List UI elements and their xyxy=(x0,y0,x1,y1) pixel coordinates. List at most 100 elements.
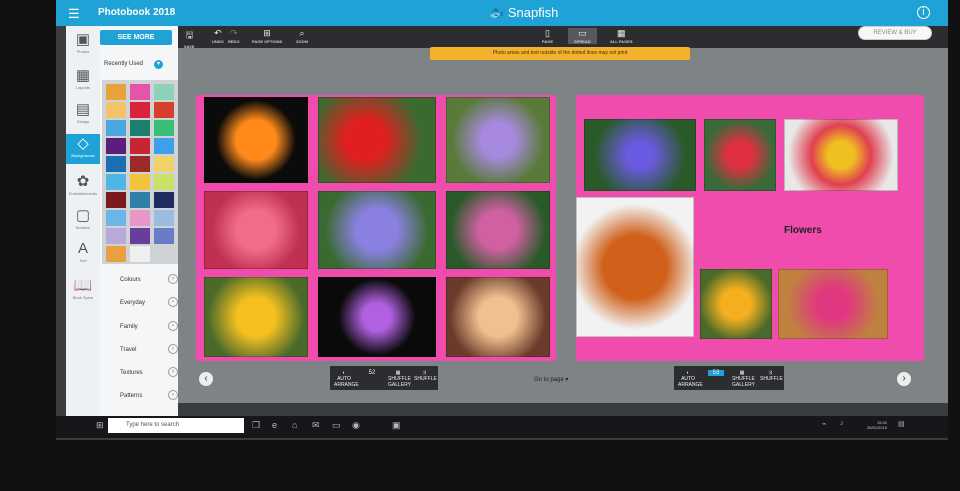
photo-yellow-flowers[interactable] xyxy=(700,269,772,339)
photo-bouquet[interactable] xyxy=(204,191,308,269)
shuffle-button[interactable]: ⤨ SHUFFLE xyxy=(760,370,783,382)
chevron-right-icon[interactable]: › xyxy=(168,367,178,377)
photo-sunflowers[interactable] xyxy=(204,277,308,357)
page-view-button[interactable]: ▯ PAGE xyxy=(542,28,553,44)
photo-pink-flowers[interactable] xyxy=(446,191,550,269)
color-swatch[interactable] xyxy=(130,138,150,154)
color-swatch[interactable] xyxy=(106,228,126,244)
category-textures[interactable]: Textures xyxy=(120,370,143,376)
color-swatch[interactable] xyxy=(106,174,126,190)
color-swatch[interactable] xyxy=(130,84,150,100)
nav-book-spine[interactable]: 📖 Book Spine xyxy=(66,276,100,306)
category-colours[interactable]: Colours xyxy=(120,277,141,283)
see-more-button[interactable]: SEE MORE xyxy=(100,30,172,45)
help-icon[interactable]: i xyxy=(917,6,930,19)
all-pages-button[interactable]: ▦ ALL PAGES xyxy=(610,28,633,44)
category-family[interactable]: Family xyxy=(120,324,138,330)
left-page[interactable] xyxy=(196,95,556,361)
mail-icon[interactable]: ✉ xyxy=(312,420,320,431)
spread-view-button[interactable]: ▭ SPREAD xyxy=(568,28,597,44)
chevron-right-icon[interactable]: › xyxy=(168,274,178,284)
shuffle-gallery-button[interactable]: ▦ SHUFFLE GALLERY xyxy=(388,370,411,388)
color-swatch[interactable] xyxy=(130,246,150,262)
color-swatch[interactable] xyxy=(130,210,150,226)
page-options-button[interactable]: ⊞ PAGE OPTIONS xyxy=(252,28,282,44)
page-title-text[interactable]: Flowers xyxy=(784,225,822,236)
nav-design[interactable]: ▤ Design xyxy=(66,100,100,130)
photo-ranunculus[interactable] xyxy=(576,197,694,337)
photo-gerbera[interactable] xyxy=(204,97,308,183)
taskbar-search[interactable]: Type here to search xyxy=(108,418,244,433)
chevron-down-icon[interactable]: ▾ xyxy=(154,60,163,69)
color-swatch[interactable] xyxy=(154,210,174,226)
chevron-right-icon[interactable]: › xyxy=(168,297,178,307)
chevron-right-icon[interactable]: › xyxy=(168,321,178,331)
save-button[interactable]: 🖫 SAVE xyxy=(184,28,195,49)
photo-roses[interactable] xyxy=(446,277,550,357)
taskbar-clock[interactable]: 15:02 26/01/2019 xyxy=(867,420,887,430)
color-swatch[interactable] xyxy=(106,192,126,208)
photo-purple-flower[interactable] xyxy=(318,277,436,357)
notifications-icon[interactable]: ▤ xyxy=(898,420,905,428)
photo-passionflower[interactable] xyxy=(584,119,696,191)
color-swatch[interactable] xyxy=(154,156,174,172)
category-patterns[interactable]: Patterns xyxy=(120,393,142,399)
folder-icon[interactable]: ▭ xyxy=(332,420,341,431)
color-swatch[interactable] xyxy=(154,192,174,208)
photo-red-flowers[interactable] xyxy=(704,119,776,191)
nav-borders[interactable]: ▢ Borders xyxy=(66,206,100,236)
photo-chives[interactable] xyxy=(446,97,550,183)
color-swatch[interactable] xyxy=(106,84,126,100)
zoom-button[interactable]: ⌕ ZOOM xyxy=(296,28,308,44)
go-to-page-dropdown[interactable]: Go to page ▾ xyxy=(534,376,568,383)
color-swatch[interactable] xyxy=(130,156,150,172)
color-swatch[interactable] xyxy=(154,120,174,136)
photo-hydrangea[interactable] xyxy=(318,191,436,269)
photo-tulips[interactable] xyxy=(784,119,898,191)
nav-photos[interactable]: ▣ Photos xyxy=(66,30,100,60)
category-everyday[interactable]: Everyday xyxy=(120,300,145,306)
color-swatch[interactable] xyxy=(130,192,150,208)
color-swatch[interactable] xyxy=(154,84,174,100)
chevron-right-icon[interactable]: › xyxy=(168,344,178,354)
chrome-icon[interactable]: ◉ xyxy=(352,420,360,431)
color-swatch[interactable] xyxy=(106,138,126,154)
network-icon[interactable]: ⌁ xyxy=(822,420,826,428)
color-swatch[interactable] xyxy=(106,246,126,262)
right-page[interactable] xyxy=(576,95,924,361)
color-swatch[interactable] xyxy=(106,156,126,172)
nav-text[interactable]: A Text xyxy=(66,240,100,270)
shuffle-button[interactable]: ⤨ SHUFFLE xyxy=(414,370,437,382)
auto-arrange-toggle[interactable]: ◐ AUTO ARRANGE xyxy=(334,370,359,388)
photo-poppies[interactable] xyxy=(318,97,436,183)
color-swatch[interactable] xyxy=(130,228,150,244)
color-swatch[interactable] xyxy=(130,174,150,190)
color-swatch[interactable] xyxy=(130,120,150,136)
redo-button[interactable]: ↷ REDO xyxy=(228,28,240,44)
undo-button[interactable]: ↶ UNDO xyxy=(212,28,224,44)
chevron-right-icon[interactable]: › xyxy=(168,390,178,400)
shuffle-gallery-button[interactable]: ▦ SHUFFLE GALLERY xyxy=(732,370,755,388)
previous-page-button[interactable]: ‹ xyxy=(199,372,213,386)
nav-backgrounds[interactable]: ◇ Backgrounds xyxy=(66,134,100,164)
volume-icon[interactable]: ♪ xyxy=(840,420,844,427)
windows-start-icon[interactable]: ⊞ xyxy=(96,420,104,431)
photos-app-icon[interactable]: ▣ xyxy=(392,420,401,431)
hamburger-icon[interactable]: ☰ xyxy=(68,6,80,22)
color-swatch[interactable] xyxy=(154,174,174,190)
nav-embellishments[interactable]: ✿ Embellishments xyxy=(66,172,100,202)
next-page-button[interactable]: › xyxy=(897,372,911,386)
color-swatch[interactable] xyxy=(106,102,126,118)
task-view-icon[interactable]: ❐ xyxy=(252,420,260,431)
color-swatch[interactable] xyxy=(106,210,126,226)
color-swatch[interactable] xyxy=(154,228,174,244)
review-buy-button[interactable]: REVIEW & BUY xyxy=(858,26,932,40)
store-icon[interactable]: ⌂ xyxy=(292,420,297,430)
category-travel[interactable]: Travel xyxy=(120,347,136,353)
photo-gerbera-mix[interactable] xyxy=(778,269,888,339)
color-swatch[interactable] xyxy=(106,120,126,136)
color-swatch[interactable] xyxy=(130,102,150,118)
nav-layouts[interactable]: ▦ Layouts xyxy=(66,66,100,96)
edge-icon[interactable]: e xyxy=(272,420,277,430)
color-swatch[interactable] xyxy=(154,138,174,154)
